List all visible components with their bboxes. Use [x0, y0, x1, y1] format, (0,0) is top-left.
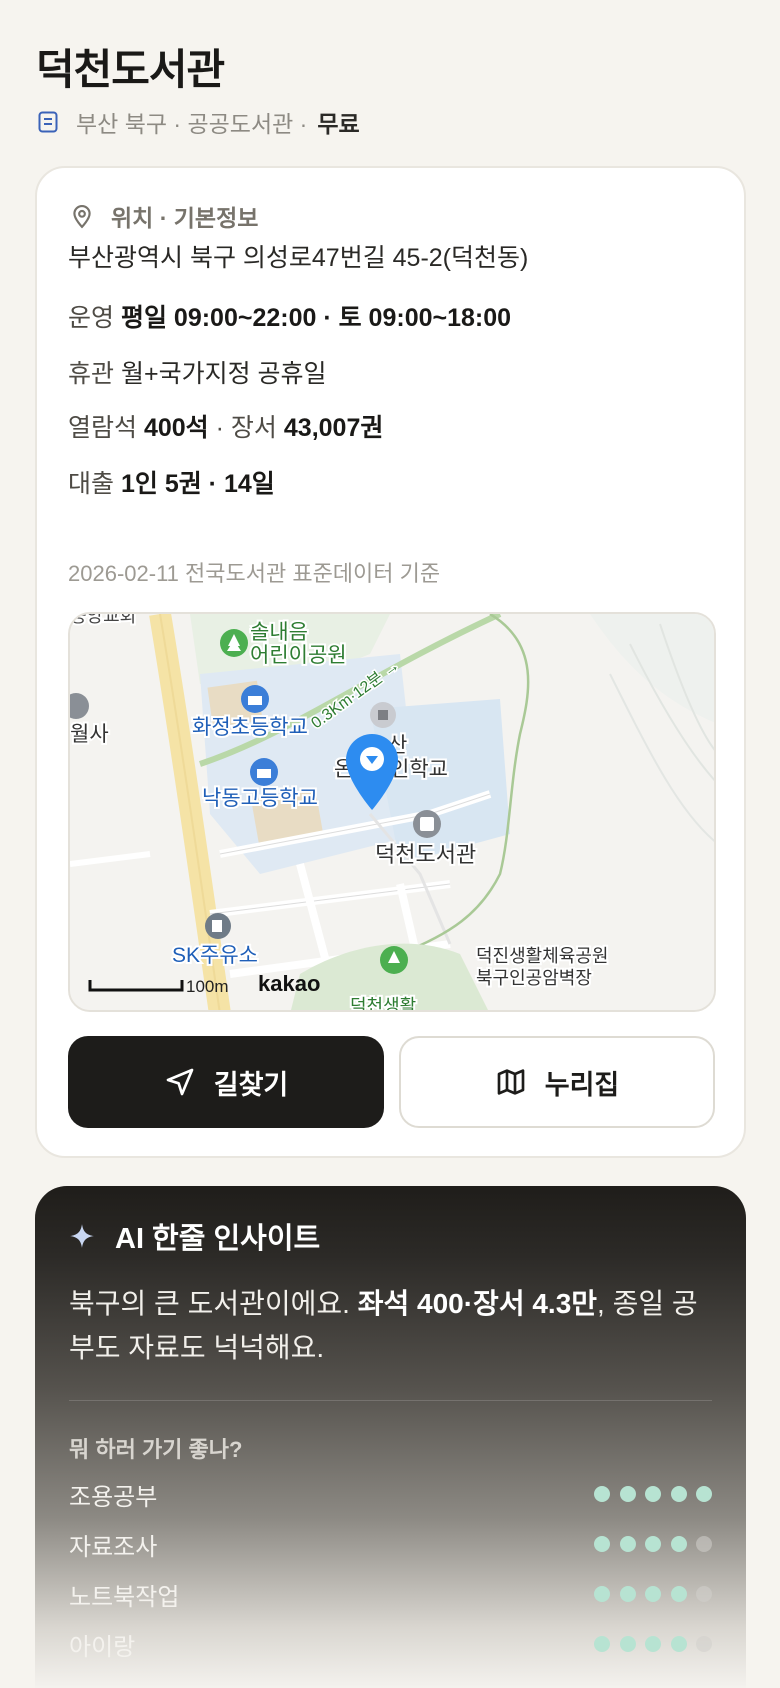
- directions-label: 길찾기: [213, 1069, 289, 1100]
- purpose-question: 뭐 하러 가기 좋나?: [69, 1437, 243, 1462]
- svg-text:어린이공원: 어린이공원: [250, 644, 347, 667]
- map-canvas: 솔내음 어린이공원 화정초등학교 낙동고등학교 온 산 인학교 월사 덕천도서관…: [70, 614, 714, 1012]
- rating-dot-filled: [619, 1536, 636, 1552]
- ai-insight-header: AI 한줄 인사이트: [69, 1218, 321, 1255]
- capacity-row: 열람석 400석 · 장서 43,007권: [68, 414, 384, 442]
- purpose-label: 아이랑: [69, 1633, 136, 1661]
- svg-text:덕진생활체육공원: 덕진생활체육공원: [476, 946, 608, 966]
- books-value: 43,007권: [283, 414, 384, 442]
- data-source-note: 2026-02-11 전국도서관 표준데이터 기준: [68, 561, 441, 586]
- rating-dot-filled: [670, 1486, 687, 1502]
- map-label-school-2: 낙동고등학교: [202, 787, 318, 810]
- location-map[interactable]: 솔내음 어린이공원 화정초등학교 낙동고등학교 온 산 인학교 월사 덕천도서관…: [68, 612, 716, 1012]
- info-section-header: 위치 · 기본정보: [69, 200, 258, 232]
- map-label-library: 덕천도서관: [375, 842, 476, 867]
- ai-insight-title: AI 한줄 인사이트: [115, 1223, 321, 1255]
- info-card: 위치 · 기본정보 부산광역시 북구 의성로47번길 45-2(덕천동) 운영 …: [35, 166, 746, 1158]
- address: 부산광역시 북구 의성로47번길 45-2(덕천동): [68, 244, 529, 272]
- books-label: 장서: [230, 414, 277, 442]
- website-button[interactable]: 누리집: [399, 1036, 715, 1128]
- page-title: 덕천도서관: [36, 46, 225, 93]
- rating-dot-filled: [594, 1536, 610, 1552]
- closed-row: 휴관 월+국가지정 공휴일: [68, 354, 327, 390]
- svg-text:인학교: 인학교: [390, 758, 448, 781]
- map-label-school-1: 화정초등학교: [192, 716, 308, 739]
- directions-button[interactable]: 길찾기: [68, 1036, 384, 1128]
- loan-label: 대출: [68, 470, 115, 498]
- rating-dot-filled: [619, 1486, 636, 1502]
- rating-dot-filled: [594, 1636, 610, 1652]
- purpose-label: 노트북작업: [69, 1583, 180, 1611]
- info-section-title: 위치 · 기본정보: [111, 205, 259, 231]
- purpose-label: 조용공부: [69, 1483, 158, 1511]
- rating-dot-filled: [670, 1636, 687, 1652]
- document-icon: [38, 111, 58, 133]
- hours-value: 평일 09:00~22:00 · 토 09:00~18:00: [120, 304, 512, 332]
- rating-dot-filled: [594, 1486, 610, 1502]
- ai-insight-card: AI 한줄 인사이트 북구의 큰 도서관이에요. 좌석 400·장서 4.3만,…: [35, 1186, 746, 1688]
- library-detail-page: 덕천도서관 부산 북구 · 공공도서관 · 무료 위치 · 기본정보 부산광역시…: [0, 0, 780, 1688]
- price-badge: 무료: [317, 111, 360, 137]
- loan-row: 대출 1인 5권 · 14일: [68, 464, 275, 500]
- purpose-row: 아이랑: [69, 1626, 712, 1662]
- rating-dot-filled: [696, 1486, 712, 1502]
- library-meta: 부산 북구 · 공공도서관 · 무료: [36, 106, 360, 138]
- rating-dot-filled: [645, 1636, 661, 1652]
- hours-label: 운영: [68, 304, 115, 332]
- rating-dot-empty: [696, 1586, 712, 1602]
- sparkle-icon: [70, 1224, 94, 1248]
- closed-label: 휴관: [68, 360, 115, 388]
- rating-dot-filled: [645, 1486, 661, 1502]
- svg-text:SK주유소: SK주유소: [172, 944, 258, 967]
- website-label: 누리집: [544, 1069, 620, 1100]
- svg-text:월사: 월사: [70, 723, 109, 746]
- ai-divider: [69, 1400, 712, 1401]
- rating-dot-empty: [696, 1536, 712, 1552]
- purpose-rating: [585, 1486, 712, 1502]
- rating-dot-filled: [619, 1636, 636, 1652]
- rating-dot-filled: [645, 1536, 661, 1552]
- rating-dot-empty: [696, 1636, 712, 1652]
- map-scale: 100m: [186, 977, 229, 996]
- rating-dot-filled: [619, 1586, 636, 1602]
- ai-insight-text: 북구의 큰 도서관이에요. 좌석 400·장서 4.3만, 종일 공부도 자료도…: [69, 1288, 698, 1363]
- seats-value: 400석: [143, 414, 209, 442]
- purpose-row: 자료조사: [69, 1526, 712, 1562]
- closed-value: 월+국가지정 공휴일: [120, 360, 327, 388]
- seats-label: 열람석: [68, 414, 138, 442]
- navigation-arrow-icon: [166, 1068, 194, 1096]
- rating-dot-filled: [670, 1536, 687, 1552]
- purpose-row: 조용공부: [69, 1476, 712, 1512]
- purpose-rating: [585, 1636, 712, 1652]
- purpose-label: 자료조사: [69, 1533, 158, 1561]
- library-meta-text: 부산 북구 · 공공도서관 ·: [76, 111, 308, 137]
- rating-dot-filled: [670, 1586, 687, 1602]
- map-provider-logo: kakao: [258, 971, 320, 996]
- loan-value: 1인 5권 · 14일: [120, 470, 275, 498]
- hours-row: 운영 평일 09:00~22:00 · 토 09:00~18:00: [68, 298, 511, 334]
- purpose-row: 노트북작업: [69, 1576, 712, 1612]
- map-fold-icon: [497, 1069, 525, 1095]
- purpose-rating: [585, 1586, 712, 1602]
- map-label-park: 솔내음: [250, 621, 308, 644]
- svg-text:중앙교회: 중앙교회: [70, 614, 136, 626]
- rating-dot-filled: [594, 1586, 610, 1602]
- svg-text:북구인공암벽장: 북구인공암벽장: [476, 968, 592, 988]
- svg-text:덕천생활: 덕천생활: [350, 996, 416, 1012]
- rating-dot-filled: [645, 1586, 661, 1602]
- purpose-rating: [585, 1536, 712, 1552]
- location-pin-icon: [73, 205, 91, 229]
